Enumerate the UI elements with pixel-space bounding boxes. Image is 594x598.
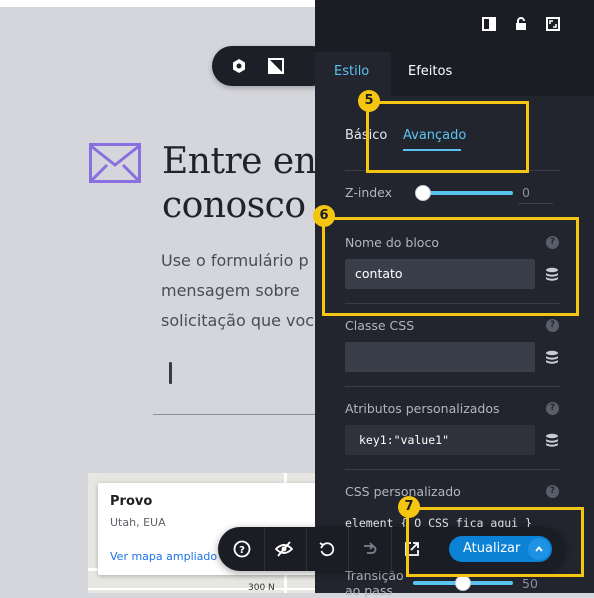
expand-icon[interactable]	[545, 16, 561, 32]
zindex-value[interactable]: 0	[522, 185, 530, 200]
annotation-badge-5: 5	[358, 90, 380, 112]
transition-label: Transição ao pass	[345, 568, 404, 598]
css-class-label: Classe CSS	[345, 318, 415, 333]
contrast-icon[interactable]	[264, 54, 288, 78]
custom-attributes-input[interactable]: key1:"value1"	[345, 425, 535, 455]
transition-label-line: ao pass	[345, 583, 393, 598]
toolbar-separator	[391, 527, 392, 571]
help-circle-icon[interactable]: ?	[233, 540, 251, 558]
headline-line-2: conosco	[162, 185, 306, 226]
tab-effects[interactable]: Efeitos	[408, 64, 452, 79]
annotation-box-7	[406, 507, 584, 577]
block-toolbar	[212, 46, 332, 86]
svg-text:?: ?	[239, 545, 245, 556]
annotation-badge-7: 7	[398, 496, 420, 518]
unlock-icon[interactable]	[513, 16, 529, 32]
map-place-subtitle: Utah, EUA	[110, 516, 166, 529]
divider-line	[153, 414, 318, 415]
transition-slider-thumb[interactable]	[455, 575, 471, 591]
zindex-slider-thumb[interactable]	[415, 185, 431, 201]
hide-eye-icon[interactable]	[275, 540, 293, 558]
settings-hex-icon[interactable]	[227, 54, 251, 78]
envelope-icon	[89, 143, 141, 183]
custom-attributes-label: Atributos personalizados	[345, 401, 500, 416]
transition-value[interactable]: 50	[522, 576, 538, 591]
headline-line-1: Entre en	[162, 141, 317, 182]
database-icon[interactable]	[545, 432, 559, 447]
view-larger-map-link[interactable]: Ver mapa ampliado	[110, 550, 217, 563]
redo-icon[interactable]	[360, 540, 378, 558]
map-street-label: 300 N	[248, 583, 275, 593]
panel-header: Estilo Efeitos	[315, 0, 594, 96]
map-place-title: Provo	[110, 494, 153, 509]
undo-icon[interactable]	[318, 540, 336, 558]
annotation-badge-6: 6	[313, 205, 335, 227]
dock-icon[interactable]	[481, 16, 497, 32]
toolbar-separator	[264, 527, 265, 571]
separator	[345, 386, 560, 387]
toolbar-separator	[306, 527, 307, 571]
help-icon[interactable]: ?	[546, 319, 559, 332]
toolbar-separator	[348, 527, 349, 571]
tab-style[interactable]: Estilo	[334, 64, 369, 79]
zindex-label: Z-index	[345, 185, 393, 200]
separator	[345, 469, 560, 470]
zindex-slider-track[interactable]	[423, 191, 513, 195]
css-class-input[interactable]	[345, 342, 535, 372]
zindex-value-underline	[518, 203, 553, 204]
contact-headline[interactable]: Entre en conosco	[162, 140, 317, 228]
database-icon[interactable]	[545, 349, 559, 364]
text-cursor	[169, 362, 172, 384]
canvas-top-strip	[0, 0, 315, 7]
annotation-box-6	[322, 217, 579, 316]
annotation-box-5	[366, 101, 529, 173]
help-icon[interactable]: ?	[546, 485, 559, 498]
help-icon[interactable]: ?	[546, 402, 559, 415]
map-road	[88, 588, 318, 590]
